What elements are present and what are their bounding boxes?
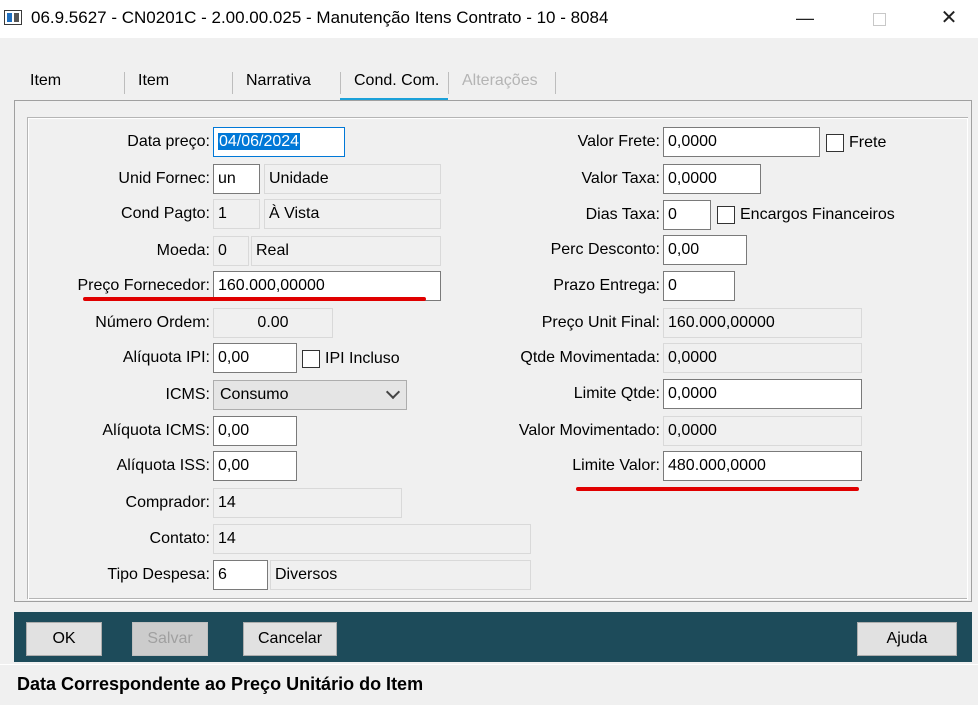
valor-movimentado-label: Valor Movimentado:	[518, 422, 660, 439]
app-icon	[4, 10, 22, 25]
salvar-button[interactable]: Salvar	[132, 622, 208, 656]
unid-fornec-desc: Unidade	[264, 164, 441, 194]
aliquota-ipi-label: Alíquota IPI:	[122, 349, 210, 366]
numero-ordem-field[interactable]: 0.00	[213, 308, 333, 338]
tab-separator	[555, 72, 556, 94]
perc-desconto-label: Perc Desconto:	[550, 241, 660, 258]
prazo-entrega-field[interactable]: 0	[663, 271, 735, 301]
maximize-icon	[872, 12, 886, 26]
preco-unit-final-field[interactable]: 160.000,00000	[663, 308, 862, 338]
valor-movimentado-field[interactable]: 0,0000	[663, 416, 862, 446]
preco-unit-final-label: Preço Unit Final:	[541, 314, 660, 331]
dias-taxa-label: Dias Taxa:	[585, 206, 660, 223]
unid-fornec-label: Unid Fornec:	[118, 170, 210, 187]
cancelar-button[interactable]: Cancelar	[243, 622, 337, 656]
ajuda-button[interactable]: Ajuda	[857, 622, 957, 656]
chevron-down-icon	[385, 384, 401, 400]
tab-separator	[124, 72, 125, 94]
limite-valor-field[interactable]: 480.000,0000	[663, 451, 862, 481]
frete-checkbox[interactable]	[826, 134, 844, 152]
aliquota-iss-label: Alíquota ISS:	[116, 457, 210, 474]
limite-qtde-field[interactable]: 0,0000	[663, 379, 862, 409]
limite-valor-label: Limite Valor:	[572, 457, 660, 474]
moeda-label: Moeda:	[156, 242, 210, 259]
comprador-label: Comprador:	[125, 494, 210, 511]
tab-separator	[340, 72, 341, 94]
preco-fornecedor-highlight	[83, 297, 426, 301]
tab-bar: Item Item Narrativa Cond. Com. Alteraçõe…	[16, 64, 556, 100]
data-preco-value: 04/06/2024	[218, 133, 301, 150]
perc-desconto-field[interactable]: 0,00	[663, 235, 747, 265]
cond-pagto-field[interactable]: 1	[213, 199, 260, 229]
window-title: 06.9.5627 - CN0201C - 2.00.00.025 - Manu…	[31, 8, 609, 27]
aliquota-icms-field[interactable]: 0,00	[213, 416, 297, 446]
valor-taxa-field[interactable]: 0,0000	[663, 164, 761, 194]
qtde-movimentada-label: Qtde Movimentada:	[520, 349, 660, 366]
tab-alteracoes[interactable]: Alterações	[462, 72, 538, 90]
maximize-button[interactable]	[856, 0, 902, 36]
aliquota-ipi-field[interactable]: 0,00	[213, 343, 297, 373]
contato-label: Contato:	[149, 530, 210, 547]
contato-field[interactable]: 14	[213, 524, 531, 554]
tab-narrativa[interactable]: Narrativa	[246, 72, 311, 90]
valor-taxa-label: Valor Taxa:	[581, 170, 660, 187]
tab-separator	[448, 72, 449, 94]
icms-label: ICMS:	[165, 386, 210, 403]
limite-valor-highlight	[576, 487, 859, 491]
status-text: Data Correspondente ao Preço Unitário do…	[17, 674, 424, 694]
prazo-entrega-label: Prazo Entrega:	[553, 277, 660, 294]
cond-pagto-label: Cond Pagto:	[121, 205, 210, 222]
encargos-financeiros-label: Encargos Financeiros	[740, 206, 895, 223]
numero-ordem-label: Número Ordem:	[95, 314, 210, 331]
tab-item-2[interactable]: Item	[138, 72, 169, 90]
encargos-financeiros-checkbox[interactable]	[717, 206, 735, 224]
frete-label: Frete	[849, 134, 887, 151]
data-preco-field[interactable]: 04/06/2024	[213, 127, 345, 157]
tab-item-1[interactable]: Item	[30, 72, 61, 90]
ok-button[interactable]: OK	[26, 622, 102, 656]
limite-qtde-label: Limite Qtde:	[573, 385, 660, 402]
unid-fornec-field[interactable]: un	[213, 164, 260, 194]
cond-pagto-desc: À Vista	[264, 199, 441, 229]
minimize-button[interactable]: —	[782, 0, 828, 36]
aliquota-icms-label: Alíquota ICMS:	[102, 422, 210, 439]
status-bar: Data Correspondente ao Preço Unitário do…	[0, 664, 978, 705]
icms-select[interactable]: Consumo	[213, 380, 407, 410]
moeda-field[interactable]: 0	[213, 236, 249, 266]
button-bar: OK Salvar Cancelar Ajuda	[14, 612, 972, 662]
icms-select-value: Consumo	[220, 386, 289, 403]
valor-frete-field[interactable]: 0,0000	[663, 127, 820, 157]
tipo-despesa-desc: Diversos	[270, 560, 531, 590]
close-button[interactable]: ✕	[926, 0, 972, 36]
comprador-field[interactable]: 14	[213, 488, 402, 518]
tipo-despesa-label: Tipo Despesa:	[107, 566, 210, 583]
moeda-desc: Real	[251, 236, 441, 266]
preco-fornecedor-label: Preço Fornecedor:	[77, 277, 210, 294]
aliquota-iss-field[interactable]: 0,00	[213, 451, 297, 481]
title-bar: 06.9.5627 - CN0201C - 2.00.00.025 - Manu…	[0, 0, 978, 38]
tab-separator	[232, 72, 233, 94]
tab-cond-com[interactable]: Cond. Com.	[354, 72, 439, 90]
ipi-incluso-label: IPI Incluso	[325, 350, 400, 367]
tipo-despesa-field[interactable]: 6	[213, 560, 268, 590]
dias-taxa-field[interactable]: 0	[663, 200, 711, 230]
valor-frete-label: Valor Frete:	[577, 133, 660, 150]
data-preco-label: Data preço:	[127, 133, 210, 150]
qtde-movimentada-field[interactable]: 0,0000	[663, 343, 862, 373]
ipi-incluso-checkbox[interactable]	[302, 350, 320, 368]
